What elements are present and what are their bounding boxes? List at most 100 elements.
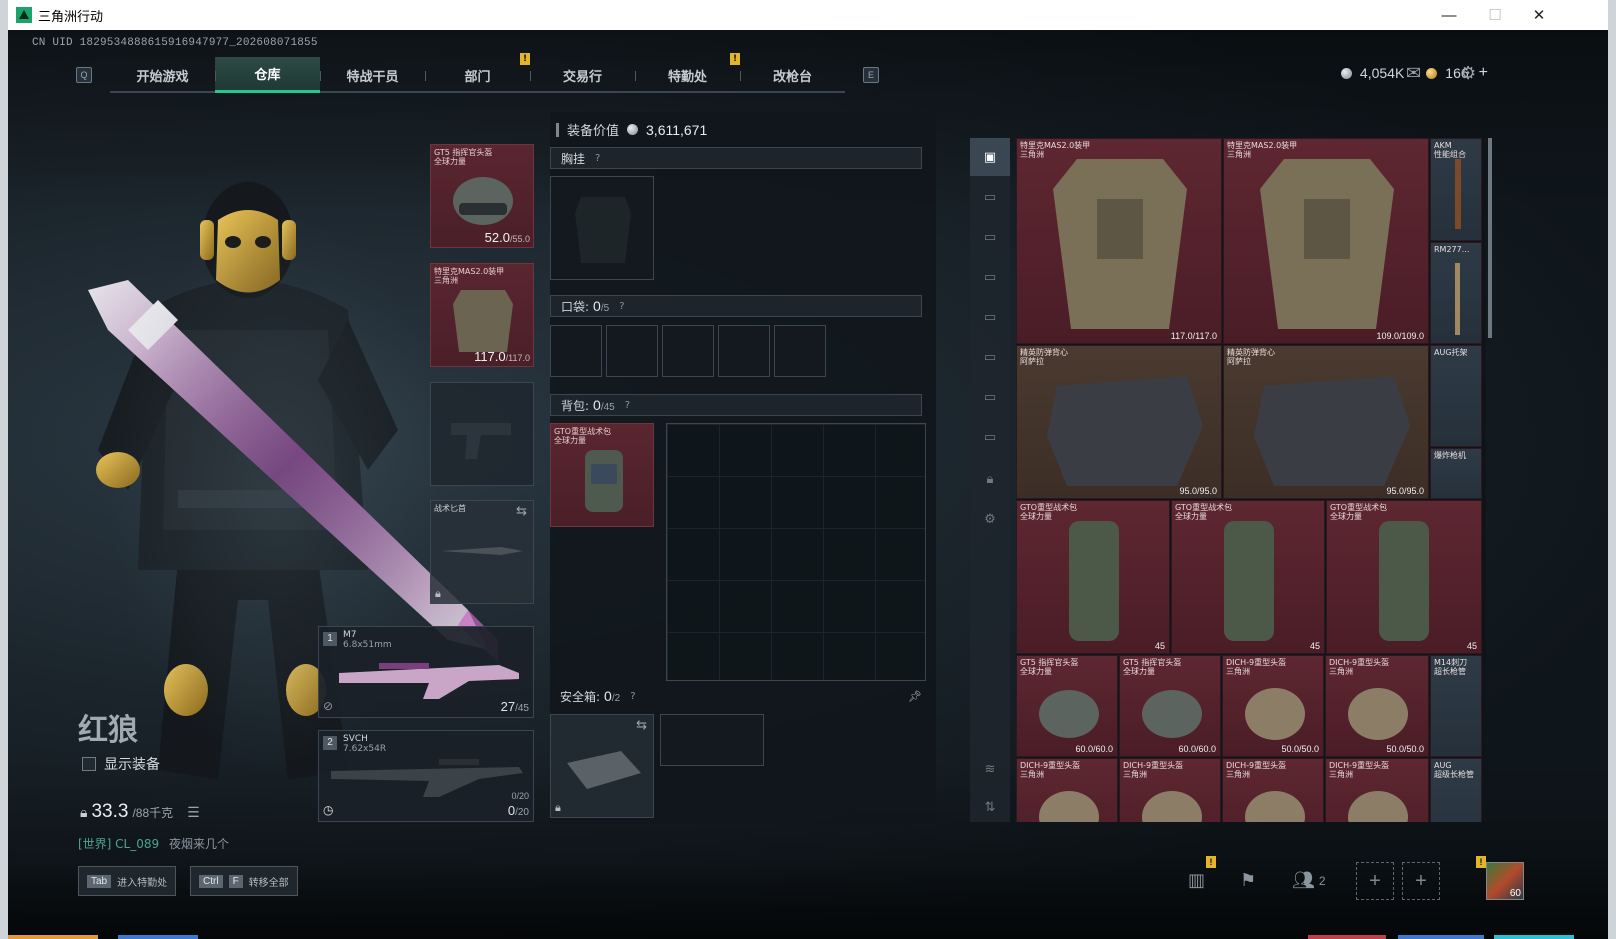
filter-misc-icon[interactable]: ▭ <box>970 418 1010 456</box>
warehouse-item[interactable]: GT5 指挥官头盔 全球力量 60.0/60.0 <box>1016 655 1118 757</box>
warehouse-item[interactable]: GTO重型战术包 全球力量 45 <box>1171 500 1325 654</box>
pocket-header: 口袋: 0/5? <box>550 295 922 317</box>
pocket-slot[interactable] <box>606 325 658 377</box>
backpack-slot[interactable]: GTO重型战术包 全球力量 <box>550 423 654 527</box>
world-chat[interactable]: [世界] CL_089 夜烟来几个 <box>78 835 229 852</box>
tab-trade[interactable]: 交易行 <box>530 57 635 93</box>
swap-icon[interactable]: ⇆ <box>636 717 647 733</box>
filter-weapons-icon[interactable]: ▭ <box>970 178 1010 216</box>
swap-icon[interactable]: ⇆ <box>516 503 527 519</box>
help-icon[interactable]: ? <box>630 691 635 702</box>
show-equipment-toggle[interactable]: 显示装备 <box>82 754 160 774</box>
mail-icon[interactable]: ✉ <box>1406 63 1421 84</box>
safe-box-count: 0/2 <box>604 688 620 704</box>
backpack-grid[interactable] <box>666 423 926 681</box>
filter-attachments-icon[interactable]: ▭ <box>970 218 1010 256</box>
no-scope-icon: ⊘ <box>323 699 334 713</box>
tab-department[interactable]: 部门! <box>425 53 530 93</box>
weight-max: /88千克 <box>132 806 174 820</box>
help-icon[interactable]: ? <box>619 301 624 312</box>
pin-icon[interactable]: 📌︎ <box>908 690 922 703</box>
help-icon[interactable]: ? <box>595 153 600 164</box>
stack-layers-icon[interactable]: ≋ <box>970 750 1010 788</box>
warehouse-item[interactable]: 特里克MAS2.0装甲 三角洲 109.0/109.0 <box>1223 138 1429 344</box>
warehouse-item[interactable]: DICH-9重型头盔 三角洲 <box>1119 758 1221 822</box>
invite-slot-button[interactable]: + <box>1356 862 1394 900</box>
pocket-slot[interactable] <box>718 325 770 377</box>
warehouse-item[interactable]: 爆炸枪机 <box>1430 448 1482 499</box>
alert-badge: ! <box>730 53 740 65</box>
show-equipment-checkbox[interactable] <box>82 757 96 771</box>
helmet-slot[interactable]: GT5 指挥官头盔 全球力量 52.0/55.0 <box>430 144 534 248</box>
warehouse-item[interactable]: GT5 指挥官头盔 全球力量 60.0/60.0 <box>1119 655 1221 757</box>
warehouse-item[interactable]: DICH-9重型头盔 三角洲 <box>1016 758 1118 822</box>
warehouse-item[interactable]: 精英防弹背心 阿萨拉 95.0/95.0 <box>1016 345 1222 499</box>
warehouse-item[interactable]: AUG托架 <box>1430 345 1482 447</box>
pocket-slot[interactable] <box>662 325 714 377</box>
tab-label: 改枪台 <box>772 69 812 85</box>
warehouse-item[interactable]: DICH-9重型头盔 三角洲 <box>1325 758 1429 822</box>
warehouse-item[interactable]: M14刺刀 超长枪管 <box>1430 655 1482 757</box>
warehouse-item[interactable]: RM277... <box>1430 242 1482 344</box>
warehouse-item[interactable]: GTO重型战术包 全球力量 45 <box>1326 500 1482 654</box>
player-avatar[interactable]: 60 <box>1486 862 1524 900</box>
warehouse-scrollbar[interactable] <box>1488 138 1492 338</box>
settings-gear-icon[interactable]: ⚙ <box>1460 63 1476 84</box>
help-icon[interactable]: ? <box>625 400 630 411</box>
tab-operators[interactable]: 特战干员 <box>320 57 425 93</box>
close-button[interactable]: ✕ <box>1516 0 1562 30</box>
filter-armor-icon[interactable]: ▭ <box>970 258 1010 296</box>
warehouse-item[interactable]: AKM 性能组合 <box>1430 138 1482 241</box>
nav-next-key[interactable]: E <box>863 67 879 83</box>
safe-box-grid[interactable] <box>660 714 764 766</box>
tab-warehouse[interactable]: 仓库 <box>215 57 320 93</box>
sort-icon[interactable]: ⇅ <box>970 788 1010 826</box>
filter-gear-icon[interactable]: ▭ <box>970 378 1010 416</box>
minimize-button[interactable]: — <box>1426 0 1472 30</box>
safe-box-slot[interactable]: ⇆ 🔒︎ <box>550 714 654 818</box>
chest-rig-slot[interactable] <box>550 176 654 280</box>
warehouse-item[interactable]: 精英防弹背心 阿萨拉 95.0/95.0 <box>1223 345 1429 499</box>
filter-ammo-icon[interactable]: ▭ <box>970 298 1010 336</box>
warehouse-item[interactable]: DICH-9重型头盔 三角洲 50.0/50.0 <box>1325 655 1429 757</box>
primary-weapon-slot[interactable]: 1 M7 6.8x51mm ⊘ 27/45 <box>318 626 534 718</box>
filter-locked-icon[interactable]: 🔒︎ <box>970 460 1010 498</box>
armor-slot[interactable]: 特里克MAS2.0装甲 三角洲 117.0/117.0 <box>430 263 534 367</box>
warehouse-item[interactable]: DICH-9重型头盔 三角洲 50.0/50.0 <box>1222 655 1324 757</box>
stats-chart-icon[interactable]: ▥ <box>1188 870 1205 891</box>
weight-list-icon[interactable]: ☰ <box>187 804 200 821</box>
pocket-label: 口袋: <box>561 299 590 314</box>
weight-value: 33.3 <box>91 801 129 822</box>
invite-slot-button[interactable]: + <box>1402 862 1440 900</box>
nav-prev-key[interactable]: Q <box>76 67 92 83</box>
clock-icon: ◷ <box>323 803 334 817</box>
flag-icon[interactable]: ⚑ <box>1240 870 1256 891</box>
pistol-slot[interactable] <box>430 382 534 486</box>
melee-slot[interactable]: 战术匕首 ⇆ 🔒︎ <box>430 500 534 604</box>
tab-start-game[interactable]: 开始游戏 <box>110 57 215 93</box>
add-currency-button[interactable]: + <box>1479 64 1488 82</box>
secondary-weapon-slot[interactable]: 2 SVCH 7.62x54R ◷ 0/20 0/20 <box>318 730 534 822</box>
filter-all-icon[interactable]: ▣ <box>970 138 1010 176</box>
lock-icon: 🔒︎ <box>555 802 561 814</box>
filter-settings-icon[interactable]: ⚙ <box>970 500 1010 538</box>
equipment-value-amount: 3,611,671 <box>646 121 708 138</box>
pocket-slot[interactable] <box>774 325 826 377</box>
pocket-slot[interactable] <box>550 325 602 377</box>
enter-special-ops-button[interactable]: Tab 进入特勤处 <box>78 866 177 896</box>
ammo-max: /20 <box>515 807 529 818</box>
warehouse-grid[interactable]: 特里克MAS2.0装甲 三角洲 117.0/117.0 特里克MAS2.0装甲 … <box>1016 138 1486 822</box>
count-value: 0 <box>604 688 612 704</box>
squad-button[interactable]: 👥︎ 2 <box>1292 870 1326 891</box>
warehouse-item[interactable]: 特里克MAS2.0装甲 三角洲 117.0/117.0 <box>1016 138 1222 344</box>
rifle-vertical-image <box>1455 263 1460 335</box>
maximize-button[interactable]: ☐ <box>1472 0 1518 30</box>
transfer-all-button[interactable]: Ctrl F 转移全部 <box>190 866 298 896</box>
filter-medical-icon[interactable]: ▭ <box>970 338 1010 376</box>
warehouse-item[interactable]: GTO重型战术包 全球力量 45 <box>1016 500 1170 654</box>
tab-gunsmith[interactable]: 改枪台 <box>740 57 845 93</box>
warehouse-item[interactable]: AUG 超级长枪管 <box>1430 758 1482 822</box>
tab-special-ops[interactable]: 特勤处! <box>635 53 740 93</box>
item-durability: 117.0/117.0 <box>1170 331 1217 341</box>
warehouse-item[interactable]: DICH-9重型头盔 三角洲 <box>1222 758 1324 822</box>
